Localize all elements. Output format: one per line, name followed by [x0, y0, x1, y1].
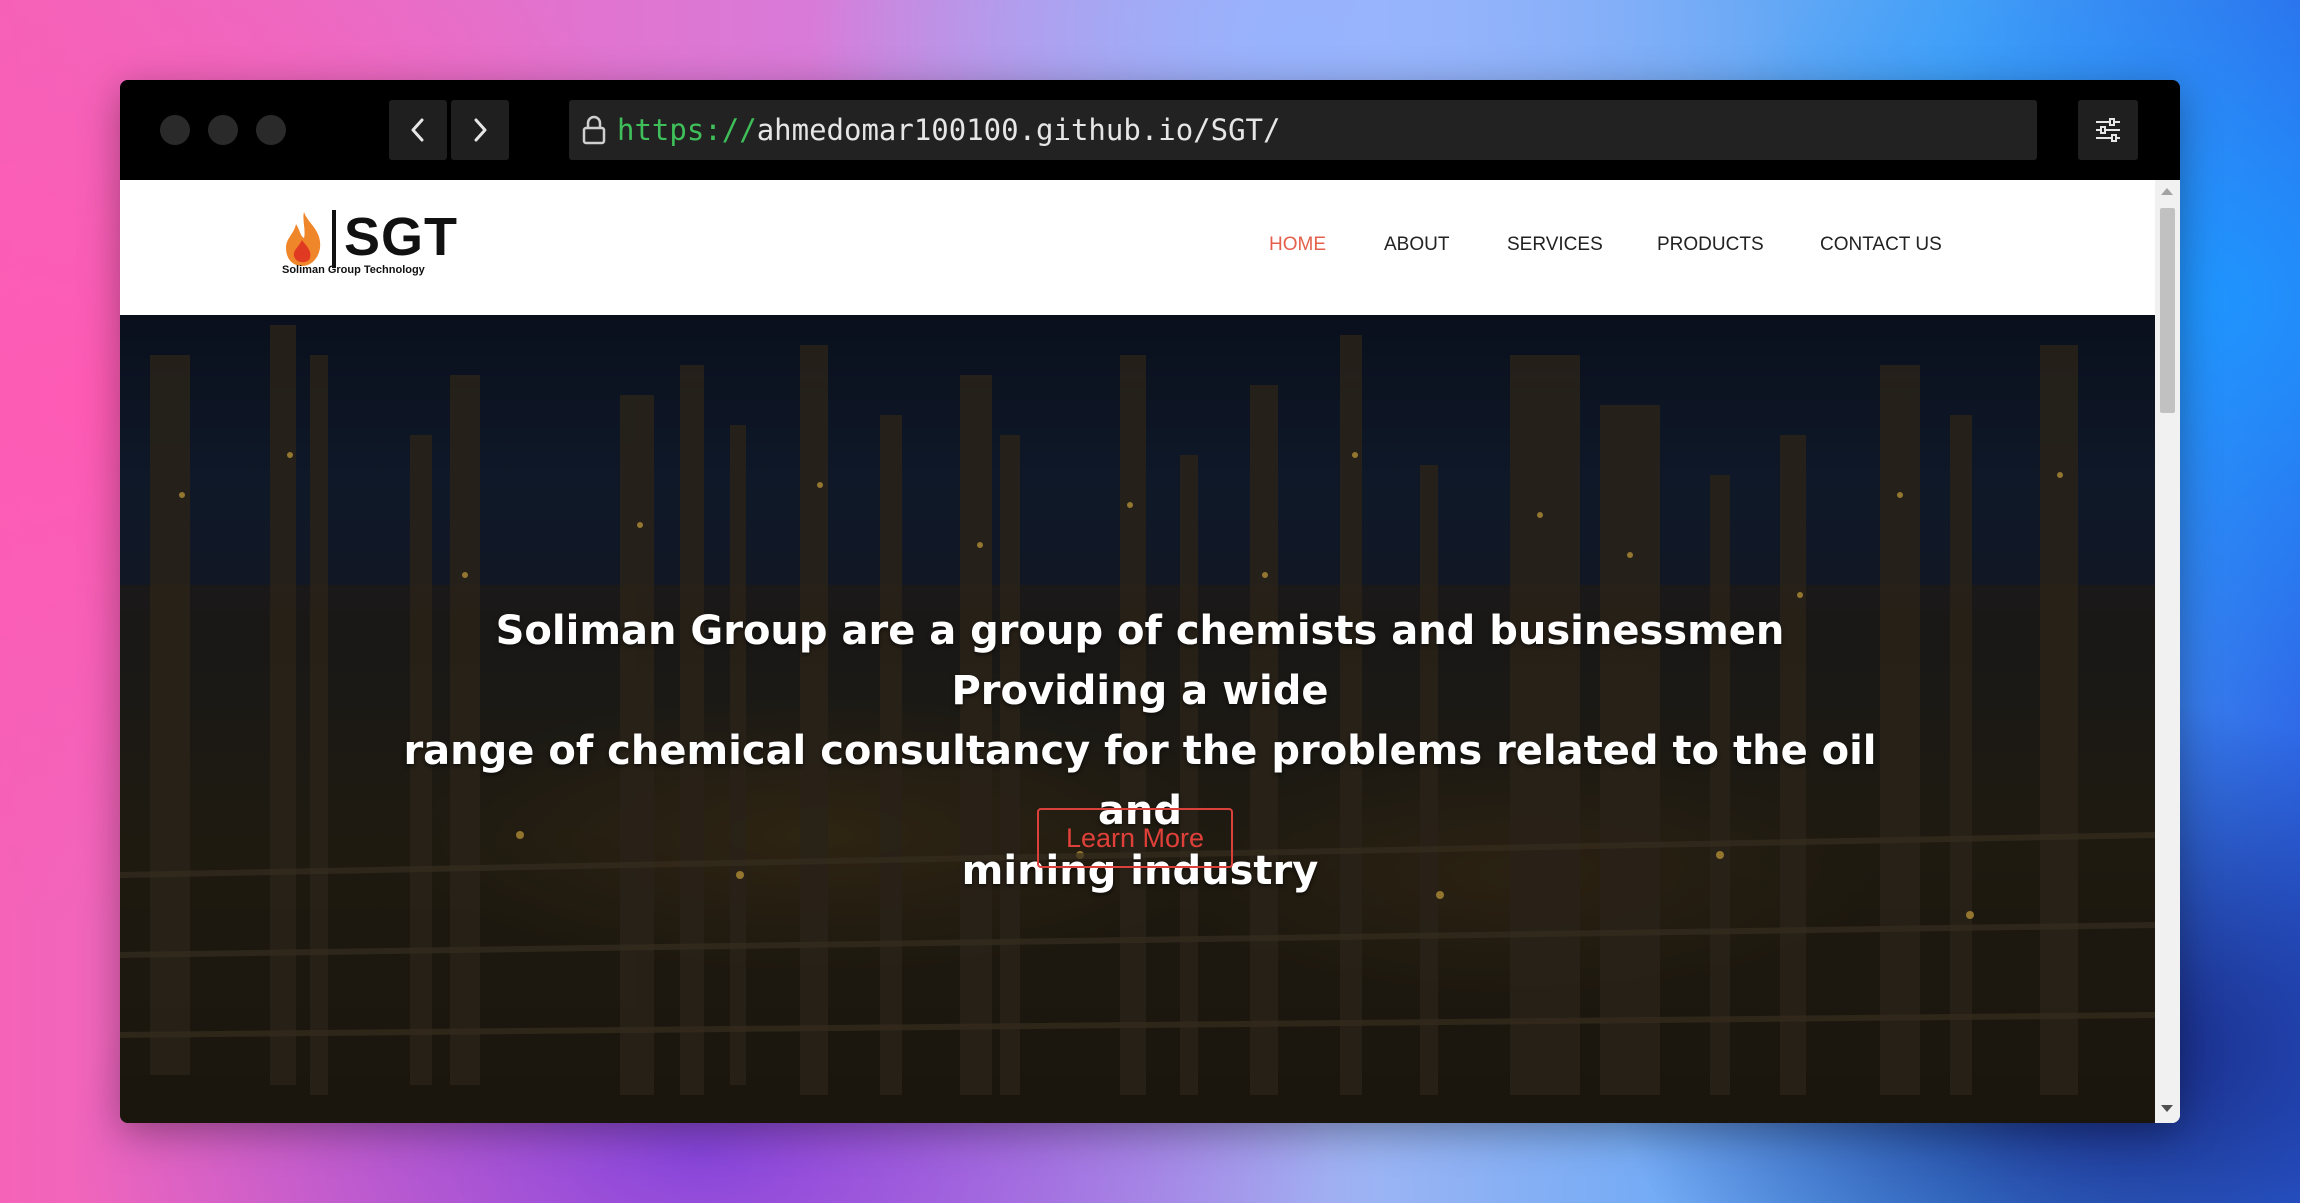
- lock-icon: [582, 115, 606, 145]
- window-close-dot[interactable]: [160, 115, 190, 145]
- vertical-scrollbar[interactable]: [2155, 180, 2180, 1123]
- hero-banner: Soliman Group are a group of chemists an…: [120, 315, 2155, 1123]
- scroll-down-arrow-icon[interactable]: [2161, 1105, 2173, 1112]
- logo-divider: [332, 210, 336, 268]
- flame-icon: [286, 212, 321, 266]
- chevron-right-icon: [474, 118, 487, 142]
- chevron-left-icon: [411, 118, 424, 142]
- sliders-icon: [2096, 118, 2120, 142]
- scroll-up-arrow-icon[interactable]: [2161, 188, 2173, 195]
- nav-services[interactable]: SERVICES: [1507, 234, 1603, 256]
- url-scheme: https://: [617, 113, 757, 147]
- window-minimize-dot[interactable]: [208, 115, 238, 145]
- nav-about[interactable]: ABOUT: [1384, 234, 1449, 256]
- address-bar[interactable]: https://ahmedomar100100.github.io/SGT/: [569, 100, 2037, 160]
- nav-home[interactable]: HOME: [1269, 234, 1326, 256]
- nav-products[interactable]: PRODUCTS: [1657, 234, 1764, 256]
- page-viewport: SGT Soliman Group Technology HOME ABOUT …: [120, 180, 2180, 1123]
- hero-headline-line: Soliman Group are a group of chemists an…: [495, 608, 1785, 714]
- site-header: SGT Soliman Group Technology HOME ABOUT …: [120, 180, 2155, 315]
- back-button[interactable]: [389, 100, 447, 160]
- site-logo[interactable]: SGT Soliman Group Technology: [282, 202, 457, 282]
- nav-contact-us[interactable]: CONTACT US: [1820, 234, 1942, 256]
- logo-tagline: Soliman Group Technology: [282, 264, 425, 276]
- forward-button[interactable]: [451, 100, 509, 160]
- browser-window: https://ahmedomar100100.github.io/SGT/ S: [120, 80, 2180, 1123]
- scrollbar-thumb[interactable]: [2160, 208, 2175, 413]
- window-maximize-dot[interactable]: [256, 115, 286, 145]
- settings-menu-button[interactable]: [2078, 100, 2138, 160]
- learn-more-button[interactable]: Learn More: [1037, 808, 1233, 868]
- browser-toolbar: https://ahmedomar100100.github.io/SGT/: [120, 80, 2180, 180]
- url-path: ahmedomar100100.github.io/SGT/: [756, 113, 1281, 147]
- logo-wordmark: SGT: [344, 207, 459, 267]
